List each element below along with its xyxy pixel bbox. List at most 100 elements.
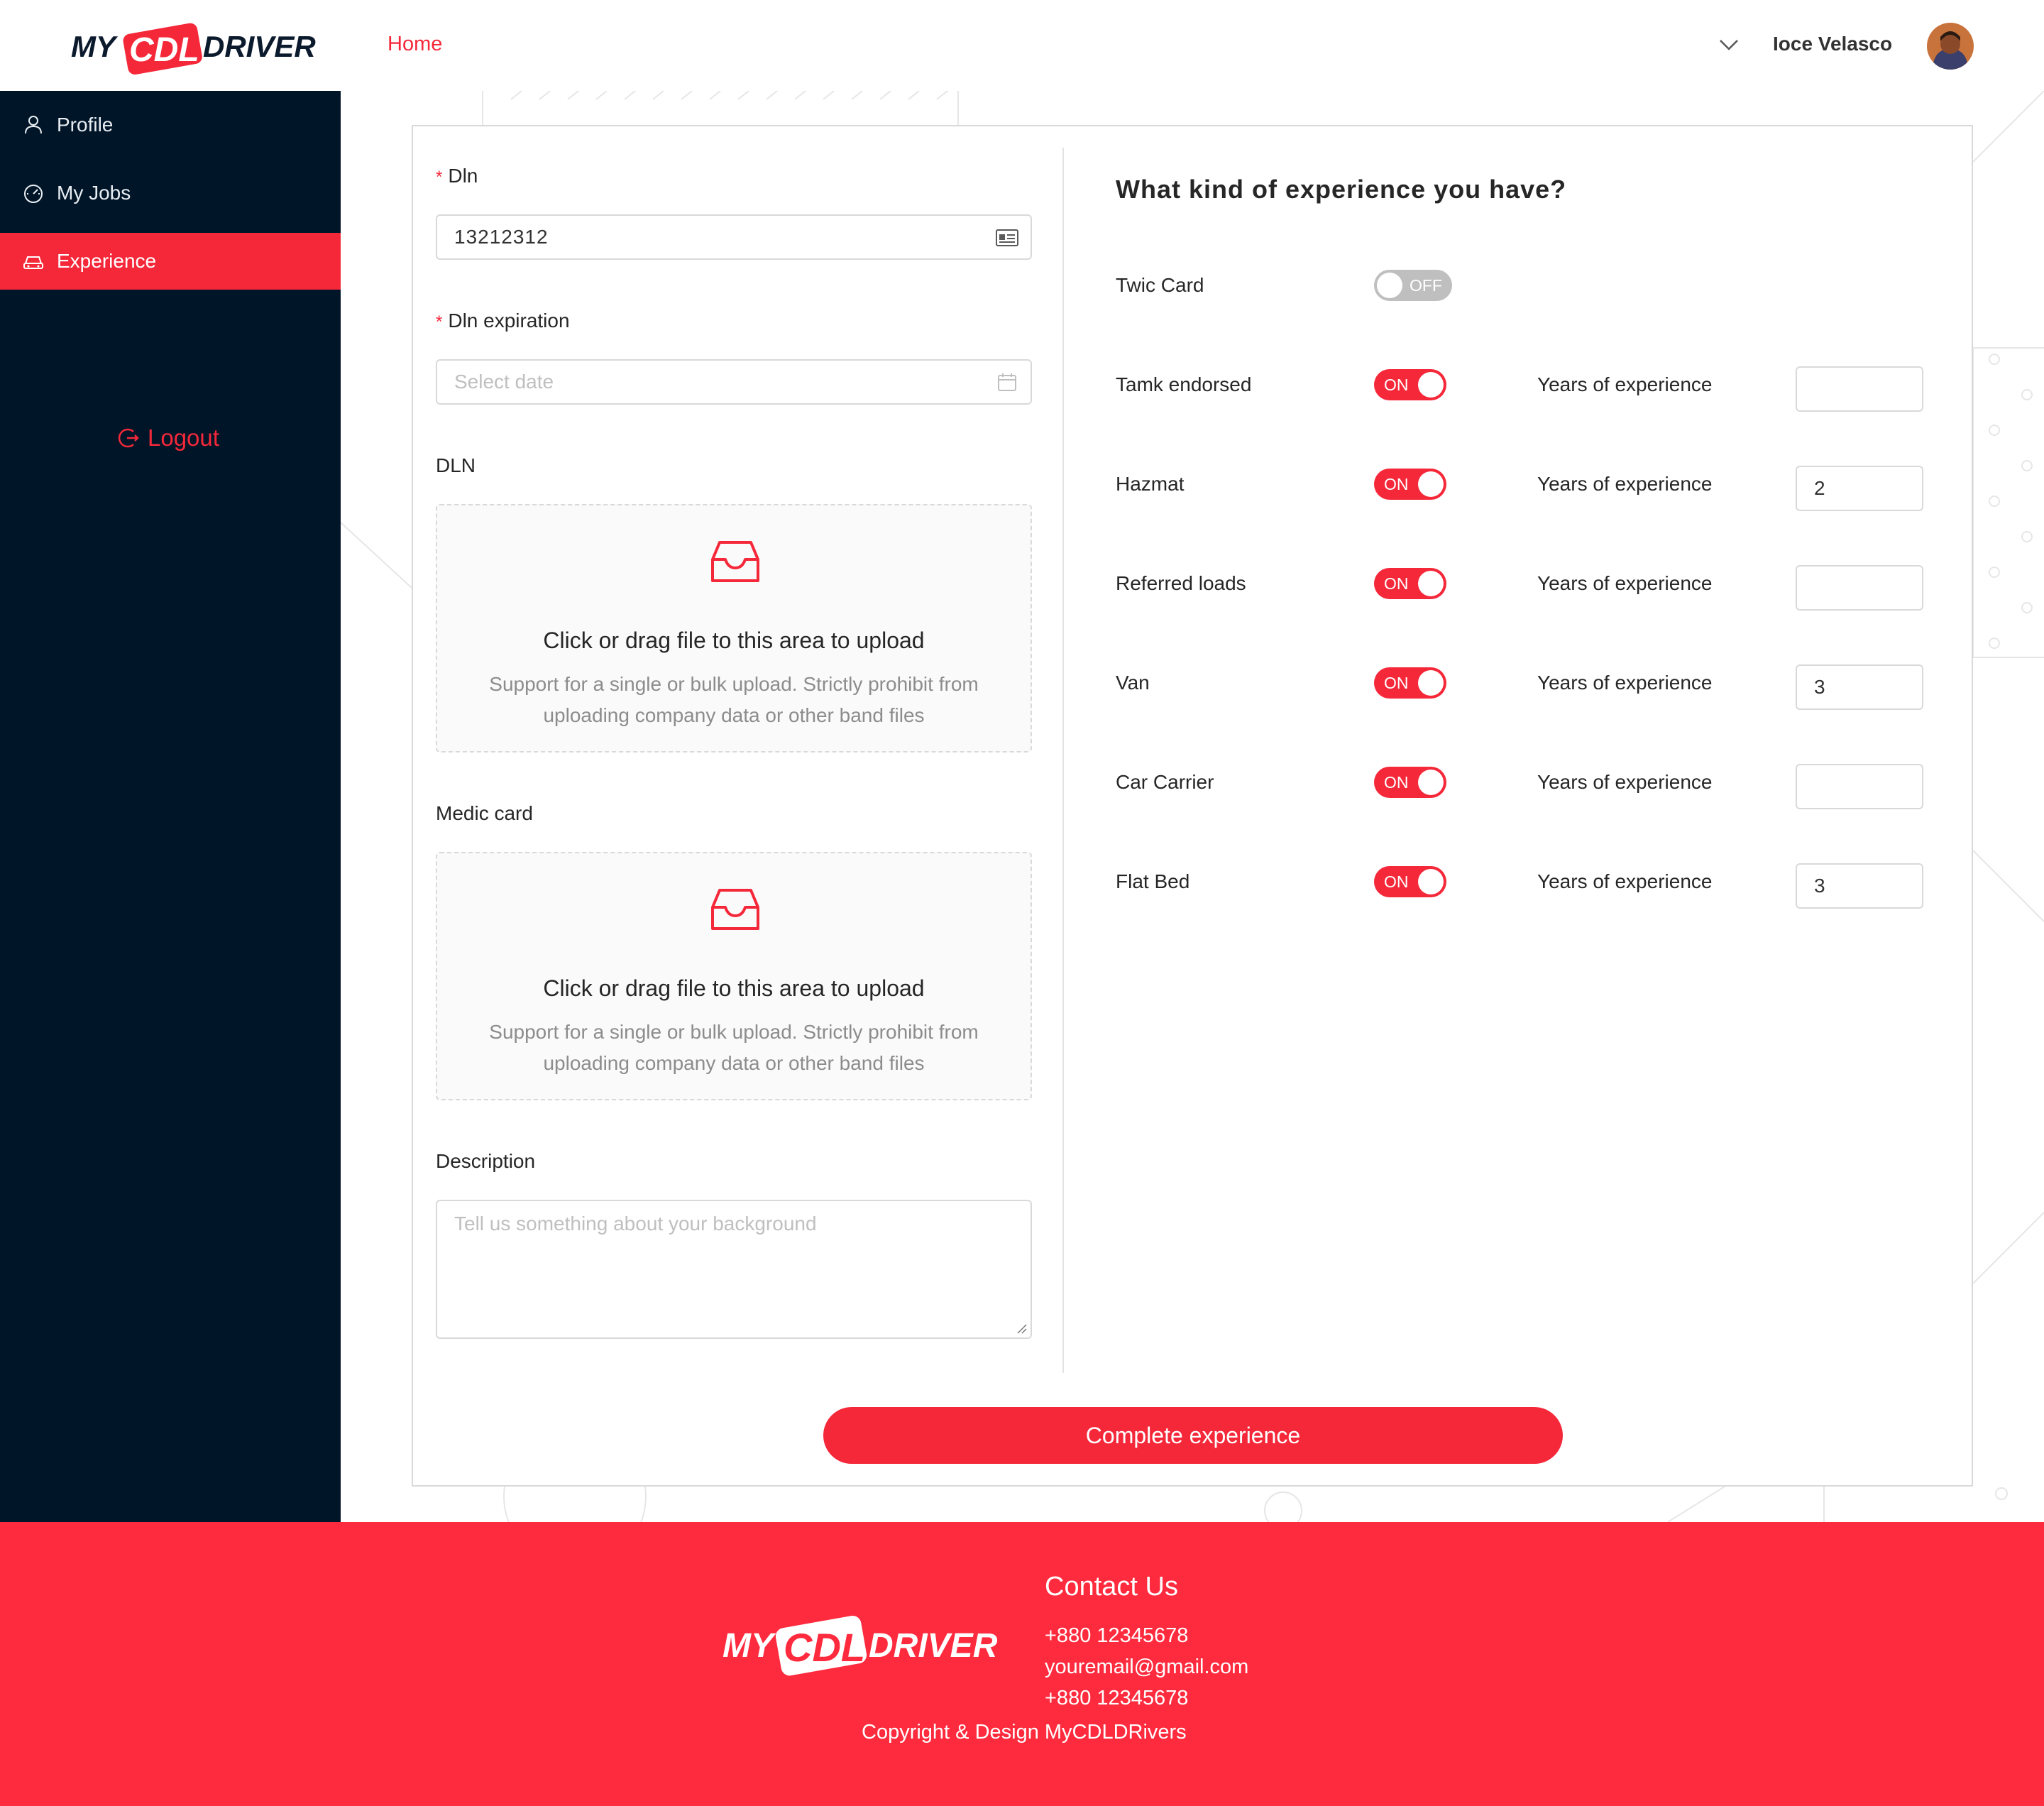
years-of-experience-label: Years of experience	[1537, 771, 1713, 793]
years-of-experience-label: Years of experience	[1537, 672, 1713, 694]
sidebar-item-profile[interactable]: Profile	[0, 97, 341, 153]
toggle-text: ON	[1384, 773, 1409, 792]
tamk-endorsed-toggle[interactable]: ON	[1374, 369, 1446, 400]
logout-button[interactable]: Logout	[116, 425, 219, 452]
medic-card-upload-dropzone[interactable]: Click or drag file to this area to uploa…	[436, 852, 1032, 1100]
experience-row-label: Car Carrier	[1116, 771, 1214, 793]
sidebar-item-experience[interactable]: Experience	[0, 233, 341, 290]
inbox-icon	[711, 889, 759, 930]
referred-loads-years-input[interactable]	[1796, 565, 1923, 611]
car-carrier-years-input[interactable]	[1796, 764, 1923, 809]
tamk-endorsed-years-input[interactable]	[1796, 366, 1923, 412]
user-icon	[21, 113, 45, 137]
contact-us-title: Contact Us	[1045, 1572, 1178, 1602]
dln-upload-dropzone[interactable]: Click or drag file to this area to uploa…	[436, 504, 1032, 752]
experience-row-label: Referred loads	[1116, 572, 1246, 594]
logo-text-left: MY	[71, 30, 119, 63]
sidebar-item-label: Profile	[57, 114, 114, 136]
resize-handle-icon[interactable]	[1016, 1323, 1028, 1335]
experience-row-label: Flat Bed	[1116, 870, 1190, 892]
description-placeholder: Tell us something about your background	[454, 1213, 817, 1235]
flat-bed-years-input[interactable]: 3	[1796, 863, 1923, 909]
van-years-input[interactable]: 3	[1796, 664, 1923, 710]
description-label: Description	[436, 1150, 536, 1172]
hazmat-toggle[interactable]: ON	[1374, 469, 1446, 500]
toggle-text: ON	[1384, 574, 1409, 593]
toggle-knob	[1418, 471, 1444, 497]
upload-hint: Support for a single or bulk upload. Str…	[489, 673, 979, 726]
experience-row-label: Hazmat	[1116, 473, 1185, 495]
calendar-icon	[995, 372, 1019, 393]
toggle-text: OFF	[1410, 276, 1442, 295]
referred-loads-toggle[interactable]: ON	[1374, 568, 1446, 599]
car-carrier-toggle[interactable]: ON	[1374, 767, 1446, 798]
brand-logo[interactable]: MY CDL DRIVER	[71, 13, 319, 81]
toggle-text: ON	[1384, 674, 1409, 692]
contact-email[interactable]: youremail@gmail.com	[1045, 1656, 1248, 1679]
logout-icon	[116, 426, 141, 450]
dln-input-value: 13212312	[454, 226, 549, 248]
chevron-down-icon[interactable]	[1716, 34, 1742, 55]
nav-home-link[interactable]: Home	[388, 33, 442, 56]
experience-row-label: Van	[1116, 672, 1150, 694]
medic-card-upload-label: Medic card	[436, 802, 533, 824]
column-divider	[1062, 148, 1064, 1373]
logo-text-right: DRIVER	[203, 30, 316, 63]
contact-phone-1[interactable]: +880 12345678	[1045, 1624, 1188, 1648]
toggle-knob	[1377, 273, 1402, 298]
upload-hint: Support for a single or bulk upload. Str…	[489, 1021, 979, 1074]
upload-title: Click or drag file to this area to uploa…	[543, 975, 925, 1001]
dln-label: * Dln	[436, 165, 478, 187]
dln-expiration-label-text: Dln expiration	[448, 310, 570, 332]
twic-card-label: Twic Card	[1116, 274, 1204, 296]
experience-question: What kind of experience you have?	[1116, 175, 1567, 204]
required-mark: *	[436, 168, 443, 187]
years-of-experience-label: Years of experience	[1537, 373, 1713, 395]
hazmat-years-input[interactable]: 2	[1796, 466, 1923, 511]
dln-input[interactable]: 13212312	[436, 214, 1032, 260]
toggle-knob	[1418, 869, 1444, 894]
toggle-knob	[1418, 770, 1444, 795]
logout-label: Logout	[148, 425, 219, 451]
copyright-text: Copyright & Design MyCDLDRivers	[862, 1721, 1187, 1744]
sidebar-item-label: Experience	[57, 250, 157, 272]
footer-logo-text-left: MY	[722, 1627, 776, 1665]
toggle-knob	[1418, 670, 1444, 696]
description-textarea[interactable]: Tell us something about your background	[436, 1200, 1032, 1339]
van-toggle[interactable]: ON	[1374, 667, 1446, 699]
contact-phone-2[interactable]: +880 12345678	[1045, 1687, 1188, 1710]
sidebar-item-label: My Jobs	[57, 182, 131, 204]
flat-bed-toggle[interactable]: ON	[1374, 866, 1446, 897]
dln-expiration-date-picker[interactable]: Select date	[436, 359, 1032, 405]
user-name[interactable]: Ioce Velasco	[1773, 33, 1892, 55]
complete-experience-button[interactable]: Complete experience	[823, 1407, 1563, 1464]
experience-row-label: Tamk endorsed	[1116, 373, 1252, 395]
logo-text-mid: CDL	[129, 31, 199, 69]
sidebar-item-my-jobs[interactable]: My Jobs	[0, 165, 341, 221]
top-header: MY CDL DRIVER Home Ioce Velasco	[0, 0, 2044, 91]
toggle-knob	[1418, 571, 1444, 596]
sidebar: Profile My Jobs Experience Logout	[0, 91, 341, 1522]
dln-upload-label: DLN	[436, 454, 476, 476]
date-placeholder: Select date	[454, 371, 554, 393]
inbox-icon	[711, 541, 759, 582]
dashboard-icon	[21, 181, 45, 205]
upload-title: Click or drag file to this area to uploa…	[543, 628, 925, 653]
dln-expiration-label: * Dln expiration	[436, 310, 570, 332]
years-of-experience-label: Years of experience	[1537, 870, 1713, 892]
toggle-text: ON	[1384, 872, 1409, 891]
years-of-experience-label: Years of experience	[1537, 473, 1713, 495]
years-of-experience-label: Years of experience	[1537, 572, 1713, 594]
toggle-text: ON	[1384, 376, 1409, 394]
toggle-text: ON	[1384, 475, 1409, 493]
footer: MY CDL DRIVER Contact Us +880 12345678 y…	[0, 1522, 2044, 1806]
dln-label-text: Dln	[448, 165, 478, 187]
avatar[interactable]	[1927, 23, 1974, 70]
footer-logo-text-right: DRIVER	[869, 1627, 998, 1665]
toggle-knob	[1418, 372, 1444, 398]
footer-logo[interactable]: MY CDL DRIVER	[718, 1600, 1002, 1685]
id-card-icon	[995, 227, 1019, 248]
twic-card-toggle[interactable]: OFF	[1374, 270, 1452, 301]
footer-logo-text-mid: CDL	[784, 1625, 865, 1670]
car-icon	[21, 249, 45, 273]
